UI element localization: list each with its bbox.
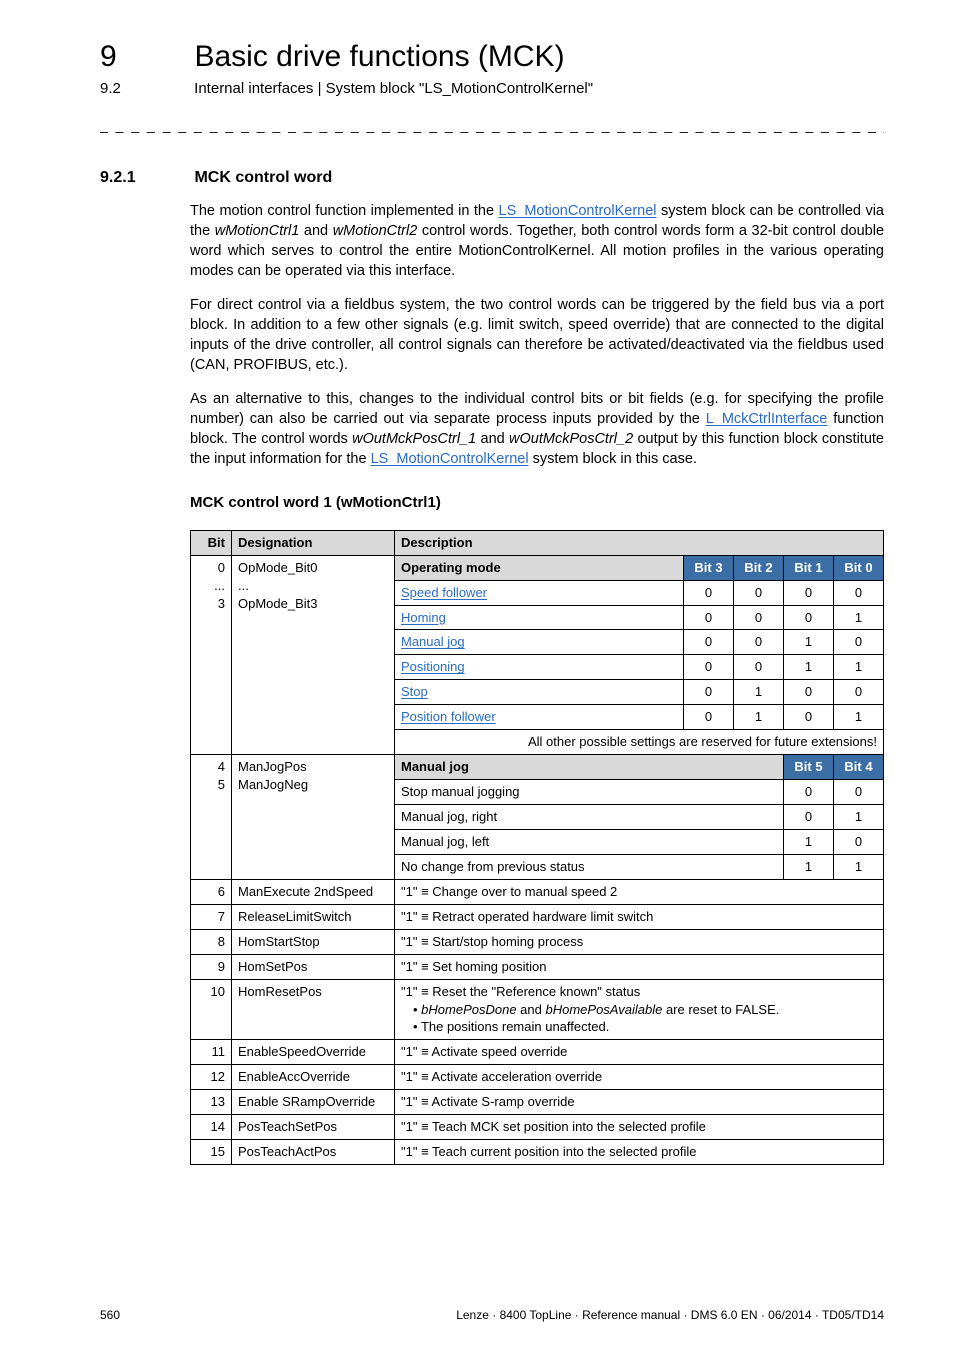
- th-bit5: Bit 5: [784, 755, 834, 780]
- th-bit2: Bit 2: [734, 555, 784, 580]
- opmode-header-row: 0 ... 3 OpMode_Bit0 ... OpMode_Bit3 Oper…: [191, 555, 884, 580]
- page-number: 560: [100, 1308, 120, 1322]
- designation-enablespeed: EnableSpeedOverride: [232, 1040, 395, 1065]
- th-bit0: Bit 0: [834, 555, 884, 580]
- section-title: Internal interfaces | System block "LS_M…: [194, 80, 593, 97]
- row-bit7: 7 ReleaseLimitSwitch "1" ≡ Retract opera…: [191, 904, 884, 929]
- link-manual-jog[interactable]: Manual jog: [401, 634, 465, 649]
- row-bit8: 8 HomStartStop "1" ≡ Start/stop homing p…: [191, 929, 884, 954]
- designation-homsetpos: HomSetPos: [232, 954, 395, 979]
- link-stop[interactable]: Stop: [401, 684, 428, 699]
- th-bit: Bit: [191, 530, 232, 555]
- link-ls-motioncontrolkernel[interactable]: LS_MotionControlKernel: [499, 203, 657, 219]
- row-bit9: 9 HomSetPos "1" ≡ Set homing position: [191, 954, 884, 979]
- designation-releaselimit: ReleaseLimitSwitch: [232, 904, 395, 929]
- designation-posteachset: PosTeachSetPos: [232, 1115, 395, 1140]
- designation-manexecute: ManExecute 2ndSpeed: [232, 879, 395, 904]
- th-bit3: Bit 3: [684, 555, 734, 580]
- designation-manjogneg: ManJogNeg: [238, 776, 388, 794]
- link-position-follower[interactable]: Position follower: [401, 709, 496, 724]
- th-bit1: Bit 1: [784, 555, 834, 580]
- table-caption: MCK control word 1 (wMotionCtrl1): [190, 493, 884, 514]
- designation-homstartstop: HomStartStop: [232, 929, 395, 954]
- mck-control-word-table: Bit Designation Description 0 ... 3 OpMo…: [190, 530, 884, 1165]
- th-designation: Designation: [232, 530, 395, 555]
- paragraph-3: As an alternative to this, changes to th…: [190, 389, 884, 469]
- divider-dashes: _ _ _ _ _ _ _ _ _ _ _ _ _ _ _ _ _ _ _ _ …: [100, 117, 884, 133]
- row-bit15: 15 PosTeachActPos "1" ≡ Teach current po…: [191, 1140, 884, 1165]
- chapter-number: 9: [100, 40, 190, 74]
- chapter-title: Basic drive functions (MCK): [194, 40, 564, 73]
- page-header: 9 Basic drive functions (MCK) 9.2 Intern…: [100, 40, 884, 97]
- row-bit12: 12 EnableAccOverride "1" ≡ Activate acce…: [191, 1065, 884, 1090]
- footer-text: Lenze · 8400 TopLine · Reference manual …: [456, 1308, 884, 1322]
- opmode-title: Operating mode: [395, 555, 684, 580]
- row-bit6: 6 ManExecute 2ndSpeed "1" ≡ Change over …: [191, 879, 884, 904]
- paragraph-1: The motion control function implemented …: [190, 201, 884, 281]
- th-description: Description: [395, 530, 884, 555]
- row-bit11: 11 EnableSpeedOverride "1" ≡ Activate sp…: [191, 1040, 884, 1065]
- designation-opmode-bit0: OpMode_Bit0: [238, 559, 388, 577]
- section-number: 9.2: [100, 80, 190, 97]
- subsection-title: MCK control word: [194, 169, 332, 186]
- link-ls-motioncontrolkernel-2[interactable]: LS_MotionControlKernel: [371, 451, 529, 467]
- link-homing[interactable]: Homing: [401, 610, 446, 625]
- designation-homresetpos: HomResetPos: [232, 979, 395, 1040]
- th-bit4: Bit 4: [834, 755, 884, 780]
- designation-opmode-bit3: OpMode_Bit3: [238, 595, 388, 613]
- paragraph-2: For direct control via a fieldbus system…: [190, 295, 884, 375]
- table-header-row: Bit Designation Description: [191, 530, 884, 555]
- designation-posteachact: PosTeachActPos: [232, 1140, 395, 1165]
- row-bit10: 10 HomResetPos "1" ≡ Reset the "Referenc…: [191, 979, 884, 1040]
- designation-manjogpos: ManJogPos: [238, 758, 388, 776]
- subsection-number: 9.2.1: [100, 169, 190, 187]
- manjog-header-row: 4 5 ManJogPos ManJogNeg Manual jog Bit 5…: [191, 755, 884, 780]
- designation-enableacc: EnableAccOverride: [232, 1065, 395, 1090]
- designation-sramp: Enable SRampOverride: [232, 1090, 395, 1115]
- link-positioning[interactable]: Positioning: [401, 659, 465, 674]
- row-bit14: 14 PosTeachSetPos "1" ≡ Teach MCK set po…: [191, 1115, 884, 1140]
- row-bit13: 13 Enable SRampOverride "1" ≡ Activate S…: [191, 1090, 884, 1115]
- manjog-title: Manual jog: [395, 755, 784, 780]
- link-l-mckctrlinterface[interactable]: L_MckCtrlInterface: [706, 411, 828, 427]
- page-footer: 560 Lenze · 8400 TopLine · Reference man…: [100, 1308, 884, 1322]
- subsection-heading: 9.2.1 MCK control word: [100, 169, 884, 187]
- link-speed-follower[interactable]: Speed follower: [401, 585, 487, 600]
